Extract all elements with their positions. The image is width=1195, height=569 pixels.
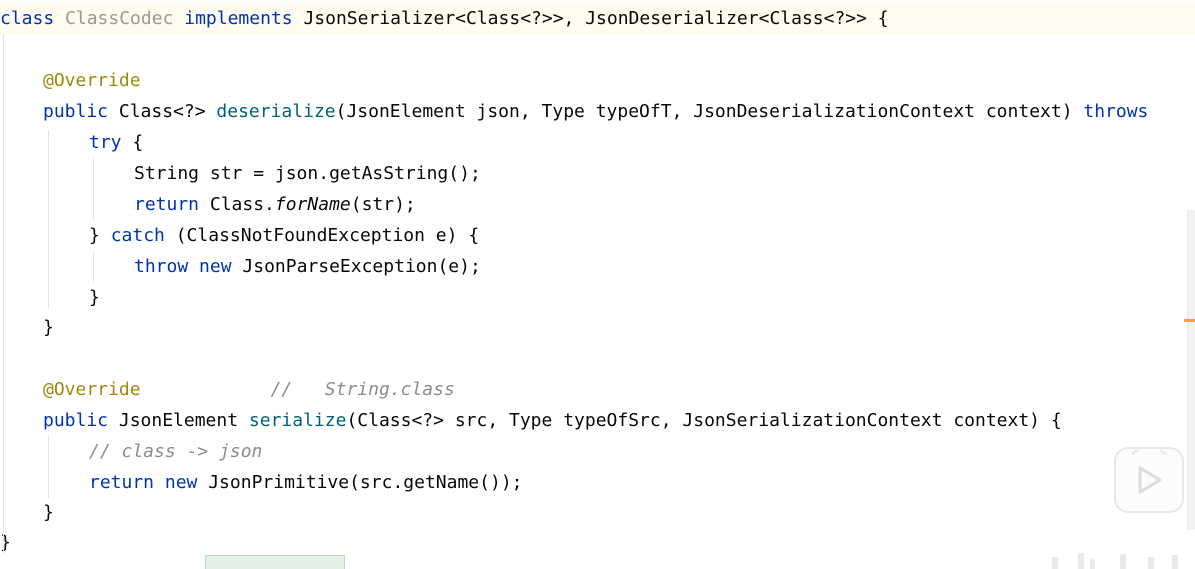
- code-editor[interactable]: class ClassCodec implements JsonSerializ…: [0, 0, 1195, 569]
- code-token: deserialize: [216, 101, 336, 122]
- indent-guide: [93, 251, 94, 282]
- code-token: @Override: [43, 379, 141, 400]
- watermark-graphic: [1052, 553, 1178, 569]
- code-token: serialize: [248, 410, 347, 431]
- code-line-serialize-signature[interactable]: public JsonElement serialize(Class<?> sr…: [43, 405, 1062, 436]
- code-token: JsonSerializer<Class<?>>, JsonDeserializ…: [303, 8, 889, 29]
- code-token: JsonPrimitive(src.getName());: [208, 472, 523, 493]
- code-token: new: [199, 256, 243, 277]
- code-token: try: [89, 132, 133, 153]
- code-line-close-class[interactable]: }: [0, 527, 11, 558]
- code-token: }: [0, 532, 11, 553]
- code-token: String str = json.getAsString();: [134, 163, 481, 184]
- code-line-override-annotation[interactable]: @Override: [43, 65, 141, 96]
- code-line-catch[interactable]: } catch (ClassNotFoundException e) {: [89, 220, 479, 251]
- code-token: {: [132, 132, 144, 153]
- code-token: (Class<?> src, Type typeOfSrc, JsonSeria…: [346, 410, 1062, 431]
- code-line-class-declaration[interactable]: class ClassCodec implements JsonSerializ…: [0, 3, 1195, 34]
- indent-guide: [48, 130, 49, 308]
- code-token: class: [0, 8, 66, 29]
- code-token: catch: [110, 225, 176, 246]
- code-line-return-forname[interactable]: return Class.forName(str);: [134, 189, 416, 220]
- bottom-panel-tab[interactable]: [205, 555, 345, 569]
- indent-guide: [48, 436, 49, 498]
- code-token: (ClassNotFoundException e) {: [175, 225, 480, 246]
- code-line-throw[interactable]: throw new JsonParseException(e);: [134, 251, 481, 282]
- code-token: }: [43, 317, 54, 338]
- code-token: (JsonElement json, Type typeOfT, JsonDes…: [335, 101, 1084, 122]
- code-token: }: [89, 225, 111, 246]
- code-token: forName: [274, 194, 351, 215]
- code-line-get-as-string[interactable]: String str = json.getAsString();: [134, 158, 481, 189]
- code-token: @Override: [43, 70, 141, 91]
- code-token: // String.class: [140, 379, 455, 400]
- code-token: implements: [173, 8, 304, 29]
- code-token: }: [43, 502, 54, 523]
- code-line-try[interactable]: try {: [89, 127, 143, 158]
- code-token: return: [89, 472, 165, 493]
- indent-guide: [93, 158, 94, 220]
- code-token: // class -> json: [89, 441, 263, 462]
- code-token: Class.: [209, 194, 275, 215]
- play-button[interactable]: [1114, 447, 1184, 513]
- code-token: throw: [134, 256, 200, 277]
- code-line-close-serialize[interactable]: }: [43, 497, 54, 528]
- code-token: public: [43, 101, 119, 122]
- code-line-return-primitive[interactable]: return new JsonPrimitive(src.getName());: [89, 467, 523, 498]
- code-token: }: [89, 287, 100, 308]
- code-token: throws: [1083, 101, 1149, 122]
- play-icon: [1131, 449, 1167, 494]
- vertical-scrollbar[interactable]: [1187, 210, 1195, 530]
- indent-guide: [3, 34, 4, 554]
- code-token: return: [134, 194, 210, 215]
- code-line-deserialize-signature[interactable]: public Class<?> deserialize(JsonElement …: [43, 96, 1148, 127]
- code-token: JsonElement: [118, 410, 249, 431]
- code-line-close-deserialize[interactable]: }: [43, 312, 54, 343]
- code-line-override-with-comment[interactable]: @Override // String.class: [43, 374, 455, 405]
- code-token: new: [164, 472, 209, 493]
- code-token: ClassCodec: [65, 8, 174, 29]
- code-token: public: [43, 410, 119, 431]
- code-line-close-catch[interactable]: }: [89, 282, 100, 313]
- code-token: Class<?>: [118, 101, 217, 122]
- code-token: (str);: [350, 194, 416, 215]
- scrollbar-marker[interactable]: [1184, 319, 1195, 322]
- code-token: JsonParseException(e);: [242, 256, 481, 277]
- code-line-comment[interactable]: // class -> json: [89, 436, 262, 467]
